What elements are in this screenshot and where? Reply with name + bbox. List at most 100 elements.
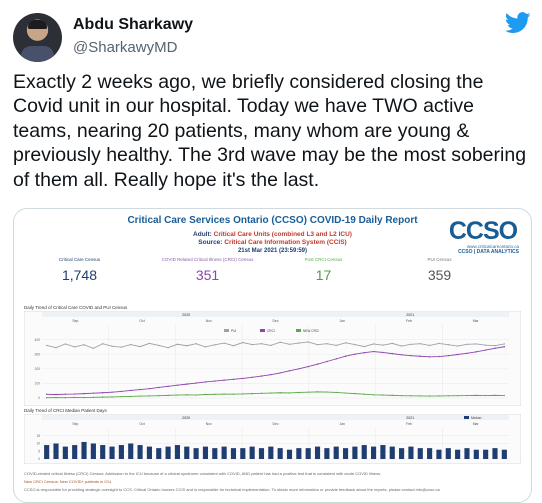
chart-point (503, 343, 506, 345)
chart-bar (100, 445, 106, 459)
chart-point (307, 365, 309, 368)
chart-bar (408, 446, 414, 459)
chart-point (232, 378, 235, 381)
chart-point (335, 344, 337, 347)
chart-bar (483, 449, 489, 459)
ccso-logo-mark: CCSO (448, 217, 518, 245)
chart-point (139, 395, 141, 397)
chart-point (419, 342, 421, 345)
chart-point (139, 388, 141, 391)
metric-post-crci-census: Post CRCI Census 17 (266, 257, 381, 283)
chart-point (363, 352, 365, 354)
chart-point (176, 384, 179, 386)
chart-point (484, 394, 487, 397)
chart-legend-swatch (464, 416, 469, 419)
chart-point (73, 346, 76, 348)
chart-point (428, 344, 431, 347)
chart-point (382, 351, 384, 354)
chart-bar (389, 446, 395, 459)
chart-point (64, 343, 67, 345)
chart-bar (202, 446, 209, 459)
chart-point (73, 396, 76, 399)
metric-pui-census: PUI Census 359 (382, 257, 497, 283)
chart-bar (118, 445, 124, 459)
chart-point (400, 345, 403, 347)
chart-point (176, 343, 179, 345)
author-display-name[interactable]: Abdu Sharkawy (73, 16, 193, 34)
chart-point (111, 391, 113, 393)
chart-month-label: Sep (72, 422, 78, 426)
chart-point (111, 396, 113, 398)
chart-bar (361, 445, 367, 459)
chart-year-label: 2020 (182, 313, 190, 317)
chart-point (344, 355, 347, 357)
chart-bar (193, 448, 199, 459)
chart-point (251, 343, 253, 346)
chart-point (251, 376, 253, 378)
chart-point (158, 394, 160, 397)
chart-bar (258, 448, 265, 459)
chart-point (176, 394, 179, 396)
author-handle[interactable]: @SharkawyMD (73, 39, 177, 56)
metric-value: 17 (315, 267, 332, 283)
chart-bar (427, 448, 433, 459)
chart-year-label: 2021 (406, 416, 414, 420)
chart-point (484, 349, 487, 351)
chart-bar (473, 449, 479, 459)
chart-point (344, 392, 347, 394)
chart-point (316, 344, 319, 346)
chart-bar (333, 446, 339, 459)
chart-point (447, 344, 449, 346)
chart-y-tick-label: 0 (38, 457, 40, 461)
chart-point (344, 342, 347, 344)
chart-median-patient-days: 2020 2021 Sep Oct Nov Dec Jan Feb Mar 0 5 10 15 Media… (24, 414, 521, 464)
chart-month-label: Feb (406, 422, 412, 426)
chart-point (223, 393, 225, 395)
chart-bar (221, 446, 227, 459)
chart-bar (53, 443, 59, 459)
chart-month-label: Nov (206, 319, 212, 323)
chart-census-title: Daily Trend of Critical Care COVID and P… (24, 305, 128, 310)
chart-point (102, 342, 104, 345)
chart-y-tick-label: 300 (35, 352, 41, 356)
chart-point (382, 394, 384, 396)
chart-point (438, 395, 440, 397)
chart-point (251, 392, 253, 395)
chart-point (186, 345, 188, 347)
chart-bar (464, 448, 470, 459)
metric-label: COVID Related Critical Illness (CRCI) Ce… (161, 257, 254, 262)
chart-point (354, 392, 356, 395)
chart-point (410, 354, 412, 357)
twitter-bird-icon[interactable] (505, 12, 531, 34)
chart-month-label: Oct (139, 319, 144, 323)
chart-point (484, 344, 487, 346)
chart-point (92, 392, 95, 394)
chart-point (400, 354, 403, 356)
chart-bar (445, 448, 451, 459)
chart-bar (286, 449, 293, 459)
chart-point (288, 392, 291, 394)
chart-point (400, 394, 403, 397)
chart-point (279, 392, 281, 394)
chart-point (223, 379, 225, 381)
chart-point (326, 342, 328, 345)
chart-point (372, 343, 375, 345)
chart-bar (240, 448, 246, 459)
chart-bar (174, 445, 180, 459)
chart-point (391, 342, 393, 345)
chart-bar (184, 446, 190, 459)
chart-point (410, 343, 412, 345)
chart-bar (109, 446, 115, 459)
chart-bar (417, 448, 423, 459)
avatar[interactable] (13, 13, 62, 62)
chart-point (419, 355, 421, 357)
chart-point (438, 342, 440, 345)
report-source-label: Source: (198, 239, 223, 246)
chart-legend-label: CRCI (267, 329, 275, 333)
chart-point (92, 396, 95, 398)
chart-bar (230, 448, 237, 459)
tweet-media-image[interactable]: Critical Care Services Ontario (CCSO) CO… (13, 208, 532, 503)
chart-month-label: Jan (339, 422, 345, 426)
chart-point (130, 389, 132, 392)
chart-point (167, 394, 169, 397)
